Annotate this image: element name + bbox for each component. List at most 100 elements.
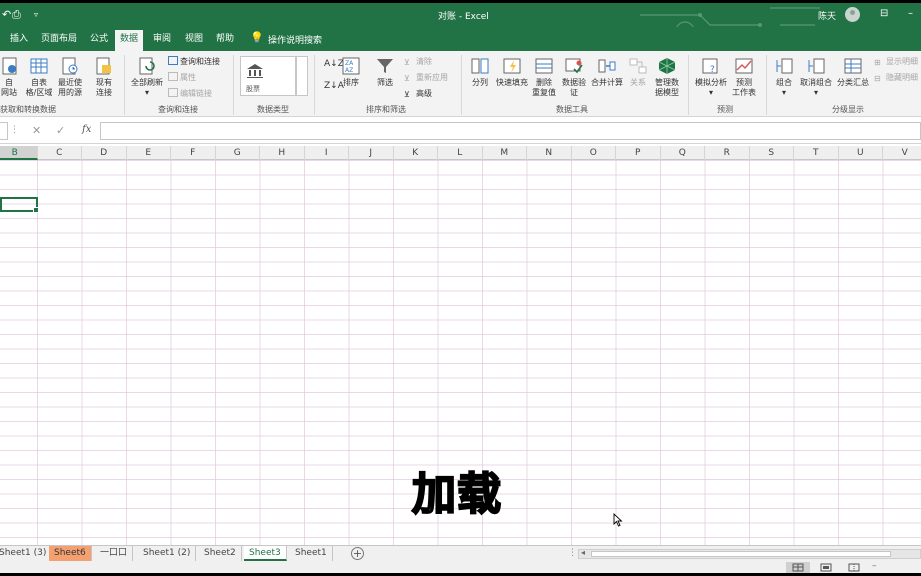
consolidate-button[interactable]: 合并计算 [590,56,624,88]
what-if-analysis-button[interactable]: ? 模拟分析 ▾ [694,56,728,98]
column-header-j[interactable]: J [349,146,394,160]
stocks-data-type[interactable]: 股票 [240,56,296,96]
group-label: 组合 [776,78,792,87]
name-box[interactable] [0,122,8,140]
filter-button[interactable]: 筛选 [374,56,396,88]
column-header-v[interactable]: V [883,146,921,160]
properties-button[interactable]: 属性 [168,72,196,83]
tab-view[interactable]: 视图 [185,32,203,51]
add-sheet-button[interactable]: + [351,547,364,560]
tab-page-layout[interactable]: 页面布局 [41,32,77,51]
recent-sources-label: 最近使 用的源 [58,78,82,97]
column-header-i[interactable]: I [305,146,349,160]
reapply-icon: ⊻ [404,74,410,83]
tab-insert[interactable]: 插入 [10,32,28,51]
print-preview-icon[interactable]: ⎙ [12,8,21,22]
column-header-h[interactable]: H [260,146,305,160]
clear-label: 清除 [416,57,432,66]
active-cell[interactable] [0,197,39,213]
show-detail-button[interactable]: ⊞ 显示明细 [874,56,918,67]
sheet-tab-sheet1[interactable]: Sheet1 [290,546,333,561]
user-name[interactable]: 陈天 [818,9,836,22]
clear-button[interactable]: ⊻ 清除 [404,56,432,67]
flash-fill-button[interactable]: 快速填充 [494,56,530,88]
column-header-m[interactable]: M [483,146,527,160]
minimize-icon[interactable]: – [908,8,913,19]
avatar[interactable] [845,7,860,22]
column-header-t[interactable]: T [794,146,839,160]
forecast-sheet-button[interactable]: 预测 工作表 [730,56,758,98]
column-header-c[interactable]: C [38,146,82,160]
column-header-g[interactable]: G [216,146,260,160]
tab-formulas[interactable]: 公式 [90,32,108,51]
text-to-columns-button[interactable]: 分列 [468,56,492,88]
horizontal-scrollbar[interactable]: ◂ [578,548,921,559]
column-header-f[interactable]: F [171,146,216,160]
ungroup-button[interactable]: 取消组合 ▾ [798,56,834,98]
sheet-tab-yikoukou[interactable]: 一口口 [95,546,134,561]
column-header-u[interactable]: U [839,146,883,160]
formula-bar: ⋮ ✕ ✓ fx [0,119,921,144]
enter-icon[interactable]: ✓ [56,124,65,137]
cancel-icon[interactable]: ✕ [32,124,41,137]
ribbon-display-options-icon[interactable]: ⊟ [880,8,888,19]
existing-connections-button[interactable]: 现有 连接 [93,56,115,98]
sort-button[interactable]: ZA AZ 排序 [340,56,362,88]
group-separator [314,55,315,115]
relationships-button[interactable]: 关系 [626,56,650,88]
column-header-o[interactable]: O [572,146,616,160]
column-header-q[interactable]: Q [661,146,705,160]
page-break-view-button[interactable] [842,562,866,573]
sheet-tab-sheet1-3[interactable]: Sheet1 (3) [0,546,53,561]
tell-me-search[interactable]: 操作说明搜索 [268,33,322,46]
refresh-all-button[interactable]: 全部刷新 ▾ [130,56,164,98]
page-layout-view-button[interactable] [814,562,838,573]
queries-connections-button[interactable]: 查询和连接 [168,56,220,67]
page-layout-view-icon [820,563,832,572]
from-table-button[interactable]: 自表 格/区域 [23,56,55,98]
data-validation-button[interactable]: 数据验 证 [560,56,588,98]
sheet-tab-sheet1-2[interactable]: Sheet1 (2) [138,546,197,561]
insert-function-icon[interactable]: fx [82,124,91,135]
formula-input[interactable] [100,122,921,140]
scroll-left-icon[interactable]: ◂ [581,548,585,557]
group-button[interactable]: 组合 ▾ [772,56,796,98]
column-header-e[interactable]: E [127,146,171,160]
customize-quick-access-icon[interactable]: ▿ [34,10,38,19]
show-detail-label: 显示明细 [886,57,918,66]
reapply-button[interactable]: ⊻ 重新应用 [404,72,448,83]
manage-data-model-button[interactable]: 管理数 据模型 [652,56,682,98]
sheet-tab-sheet2[interactable]: Sheet2 [199,546,242,561]
scrollbar-thumb[interactable] [591,551,891,557]
recent-sources-button[interactable]: 最近使 用的源 [55,56,85,98]
column-header-n[interactable]: N [527,146,572,160]
normal-view-button[interactable] [786,562,810,573]
data-types-gallery-scroll[interactable] [296,56,308,96]
column-header-r[interactable]: R [705,146,750,160]
sheet-tab-sheet3[interactable]: Sheet3 [244,546,287,561]
column-header-l[interactable]: L [438,146,483,160]
tab-review[interactable]: 审阅 [153,32,171,51]
advanced-filter-button[interactable]: ⊻ 高级 [404,88,432,99]
column-header-d[interactable]: D [82,146,127,160]
column-header-p[interactable]: P [616,146,661,160]
zoom-out-icon[interactable]: – [872,561,877,571]
tab-split-handle-icon[interactable]: ⋮ [568,548,577,558]
filter-label: 筛选 [377,78,393,87]
data-model-icon [658,58,676,74]
clear-filter-icon: ⊻ [404,58,410,67]
ribbon-data: 自 网站 自表 格/区域 最近使 用的源 现有 连接 获取和转换数据 全部刷新 ▾… [0,51,921,117]
column-header-k[interactable]: K [394,146,438,160]
svg-text:ZA: ZA [345,60,354,67]
tab-help[interactable]: 帮助 [216,32,234,51]
tab-data[interactable]: 数据 [115,30,144,51]
edit-links-button[interactable]: 编辑链接 [168,88,212,99]
sheet-tab-sheet6[interactable]: Sheet6 [49,546,92,561]
remove-duplicates-button[interactable]: 删除 重复值 [530,56,558,98]
column-header-b[interactable]: B [0,146,38,160]
undo-icon[interactable]: ↶ [2,8,11,21]
column-header-s[interactable]: S [750,146,794,160]
hide-detail-button[interactable]: ⊟ 隐藏明细 [874,72,918,83]
from-web-button[interactable]: 自 网站 [0,56,18,98]
subtotal-button[interactable]: 分类汇总 [836,56,870,88]
